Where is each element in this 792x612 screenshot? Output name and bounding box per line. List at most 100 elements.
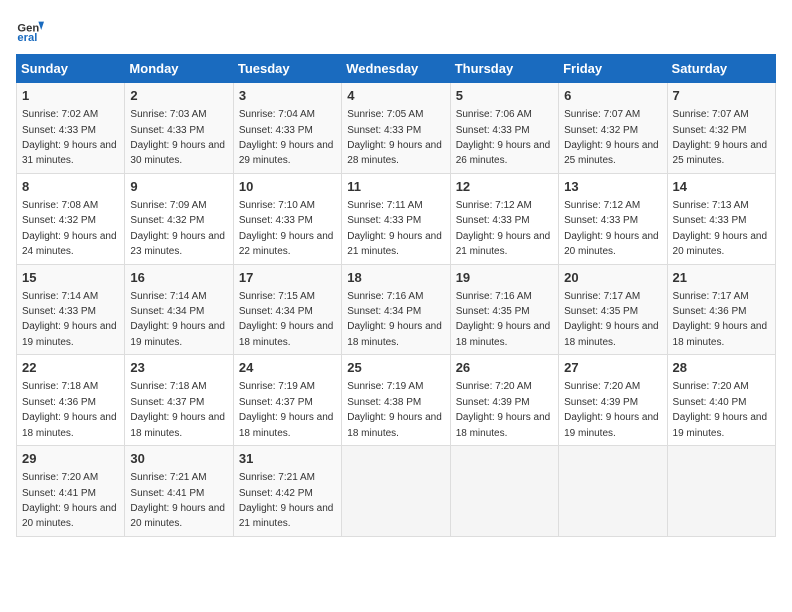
calendar-cell: 1 Sunrise: 7:02 AMSunset: 4:33 PMDayligh… — [17, 83, 125, 174]
day-header-tuesday: Tuesday — [233, 55, 341, 83]
day-info: Sunrise: 7:20 AMSunset: 4:39 PMDaylight:… — [564, 381, 659, 438]
day-info: Sunrise: 7:21 AMSunset: 4:41 PMDaylight:… — [130, 472, 225, 529]
calendar-cell: 9 Sunrise: 7:09 AMSunset: 4:32 PMDayligh… — [125, 173, 233, 264]
day-number: 4 — [347, 87, 444, 105]
calendar-week-row: 8 Sunrise: 7:08 AMSunset: 4:32 PMDayligh… — [17, 173, 776, 264]
day-number: 30 — [130, 450, 227, 468]
calendar-cell: 14 Sunrise: 7:13 AMSunset: 4:33 PMDaylig… — [667, 173, 775, 264]
day-number: 18 — [347, 269, 444, 287]
svg-text:eral: eral — [17, 32, 37, 44]
day-number: 10 — [239, 178, 336, 196]
day-info: Sunrise: 7:12 AMSunset: 4:33 PMDaylight:… — [456, 200, 551, 257]
calendar-cell: 8 Sunrise: 7:08 AMSunset: 4:32 PMDayligh… — [17, 173, 125, 264]
calendar-cell: 12 Sunrise: 7:12 AMSunset: 4:33 PMDaylig… — [450, 173, 558, 264]
calendar-cell: 10 Sunrise: 7:10 AMSunset: 4:33 PMDaylig… — [233, 173, 341, 264]
day-number: 7 — [673, 87, 770, 105]
day-info: Sunrise: 7:06 AMSunset: 4:33 PMDaylight:… — [456, 109, 551, 166]
day-header-thursday: Thursday — [450, 55, 558, 83]
day-number: 1 — [22, 87, 119, 105]
calendar-cell: 23 Sunrise: 7:18 AMSunset: 4:37 PMDaylig… — [125, 355, 233, 446]
calendar-cell — [450, 446, 558, 537]
day-info: Sunrise: 7:09 AMSunset: 4:32 PMDaylight:… — [130, 200, 225, 257]
calendar-cell: 26 Sunrise: 7:20 AMSunset: 4:39 PMDaylig… — [450, 355, 558, 446]
calendar-week-row: 1 Sunrise: 7:02 AMSunset: 4:33 PMDayligh… — [17, 83, 776, 174]
calendar-cell: 20 Sunrise: 7:17 AMSunset: 4:35 PMDaylig… — [559, 264, 667, 355]
day-info: Sunrise: 7:19 AMSunset: 4:38 PMDaylight:… — [347, 381, 442, 438]
day-info: Sunrise: 7:08 AMSunset: 4:32 PMDaylight:… — [22, 200, 117, 257]
day-number: 3 — [239, 87, 336, 105]
calendar-cell: 19 Sunrise: 7:16 AMSunset: 4:35 PMDaylig… — [450, 264, 558, 355]
calendar-cell: 13 Sunrise: 7:12 AMSunset: 4:33 PMDaylig… — [559, 173, 667, 264]
calendar-cell: 11 Sunrise: 7:11 AMSunset: 4:33 PMDaylig… — [342, 173, 450, 264]
day-info: Sunrise: 7:18 AMSunset: 4:37 PMDaylight:… — [130, 381, 225, 438]
day-number: 5 — [456, 87, 553, 105]
calendar-cell: 22 Sunrise: 7:18 AMSunset: 4:36 PMDaylig… — [17, 355, 125, 446]
day-info: Sunrise: 7:18 AMSunset: 4:36 PMDaylight:… — [22, 381, 117, 438]
day-header-wednesday: Wednesday — [342, 55, 450, 83]
calendar-cell: 6 Sunrise: 7:07 AMSunset: 4:32 PMDayligh… — [559, 83, 667, 174]
day-info: Sunrise: 7:17 AMSunset: 4:35 PMDaylight:… — [564, 291, 659, 348]
day-info: Sunrise: 7:20 AMSunset: 4:40 PMDaylight:… — [673, 381, 768, 438]
day-info: Sunrise: 7:16 AMSunset: 4:35 PMDaylight:… — [456, 291, 551, 348]
calendar-week-row: 22 Sunrise: 7:18 AMSunset: 4:36 PMDaylig… — [17, 355, 776, 446]
calendar-table: SundayMondayTuesdayWednesdayThursdayFrid… — [16, 54, 776, 537]
calendar-cell — [559, 446, 667, 537]
day-number: 9 — [130, 178, 227, 196]
day-header-friday: Friday — [559, 55, 667, 83]
calendar-header-row: SundayMondayTuesdayWednesdayThursdayFrid… — [17, 55, 776, 83]
day-number: 16 — [130, 269, 227, 287]
day-number: 20 — [564, 269, 661, 287]
day-number: 2 — [130, 87, 227, 105]
day-info: Sunrise: 7:12 AMSunset: 4:33 PMDaylight:… — [564, 200, 659, 257]
day-info: Sunrise: 7:03 AMSunset: 4:33 PMDaylight:… — [130, 109, 225, 166]
day-info: Sunrise: 7:20 AMSunset: 4:39 PMDaylight:… — [456, 381, 551, 438]
calendar-cell: 3 Sunrise: 7:04 AMSunset: 4:33 PMDayligh… — [233, 83, 341, 174]
calendar-cell: 31 Sunrise: 7:21 AMSunset: 4:42 PMDaylig… — [233, 446, 341, 537]
calendar-cell: 29 Sunrise: 7:20 AMSunset: 4:41 PMDaylig… — [17, 446, 125, 537]
calendar-cell: 28 Sunrise: 7:20 AMSunset: 4:40 PMDaylig… — [667, 355, 775, 446]
calendar-cell: 7 Sunrise: 7:07 AMSunset: 4:32 PMDayligh… — [667, 83, 775, 174]
day-info: Sunrise: 7:20 AMSunset: 4:41 PMDaylight:… — [22, 472, 117, 529]
calendar-cell: 4 Sunrise: 7:05 AMSunset: 4:33 PMDayligh… — [342, 83, 450, 174]
calendar-cell: 25 Sunrise: 7:19 AMSunset: 4:38 PMDaylig… — [342, 355, 450, 446]
day-number: 29 — [22, 450, 119, 468]
calendar-cell: 16 Sunrise: 7:14 AMSunset: 4:34 PMDaylig… — [125, 264, 233, 355]
day-number: 27 — [564, 359, 661, 377]
day-info: Sunrise: 7:19 AMSunset: 4:37 PMDaylight:… — [239, 381, 334, 438]
calendar-cell: 18 Sunrise: 7:16 AMSunset: 4:34 PMDaylig… — [342, 264, 450, 355]
logo-icon: Gen eral — [16, 16, 44, 44]
day-number: 31 — [239, 450, 336, 468]
calendar-cell: 24 Sunrise: 7:19 AMSunset: 4:37 PMDaylig… — [233, 355, 341, 446]
day-number: 8 — [22, 178, 119, 196]
day-info: Sunrise: 7:13 AMSunset: 4:33 PMDaylight:… — [673, 200, 768, 257]
calendar-week-row: 29 Sunrise: 7:20 AMSunset: 4:41 PMDaylig… — [17, 446, 776, 537]
day-header-saturday: Saturday — [667, 55, 775, 83]
day-info: Sunrise: 7:17 AMSunset: 4:36 PMDaylight:… — [673, 291, 768, 348]
calendar-cell: 17 Sunrise: 7:15 AMSunset: 4:34 PMDaylig… — [233, 264, 341, 355]
day-info: Sunrise: 7:21 AMSunset: 4:42 PMDaylight:… — [239, 472, 334, 529]
day-number: 24 — [239, 359, 336, 377]
day-info: Sunrise: 7:07 AMSunset: 4:32 PMDaylight:… — [564, 109, 659, 166]
day-number: 15 — [22, 269, 119, 287]
page-header: Gen eral — [16, 16, 776, 44]
calendar-cell — [667, 446, 775, 537]
day-info: Sunrise: 7:16 AMSunset: 4:34 PMDaylight:… — [347, 291, 442, 348]
day-header-sunday: Sunday — [17, 55, 125, 83]
day-number: 12 — [456, 178, 553, 196]
day-number: 21 — [673, 269, 770, 287]
day-info: Sunrise: 7:11 AMSunset: 4:33 PMDaylight:… — [347, 200, 442, 257]
day-number: 23 — [130, 359, 227, 377]
day-number: 11 — [347, 178, 444, 196]
day-info: Sunrise: 7:10 AMSunset: 4:33 PMDaylight:… — [239, 200, 334, 257]
day-number: 6 — [564, 87, 661, 105]
day-number: 22 — [22, 359, 119, 377]
calendar-cell: 15 Sunrise: 7:14 AMSunset: 4:33 PMDaylig… — [17, 264, 125, 355]
calendar-cell: 27 Sunrise: 7:20 AMSunset: 4:39 PMDaylig… — [559, 355, 667, 446]
calendar-cell: 2 Sunrise: 7:03 AMSunset: 4:33 PMDayligh… — [125, 83, 233, 174]
day-number: 14 — [673, 178, 770, 196]
day-info: Sunrise: 7:05 AMSunset: 4:33 PMDaylight:… — [347, 109, 442, 166]
day-info: Sunrise: 7:02 AMSunset: 4:33 PMDaylight:… — [22, 109, 117, 166]
day-number: 25 — [347, 359, 444, 377]
day-header-monday: Monday — [125, 55, 233, 83]
day-info: Sunrise: 7:04 AMSunset: 4:33 PMDaylight:… — [239, 109, 334, 166]
